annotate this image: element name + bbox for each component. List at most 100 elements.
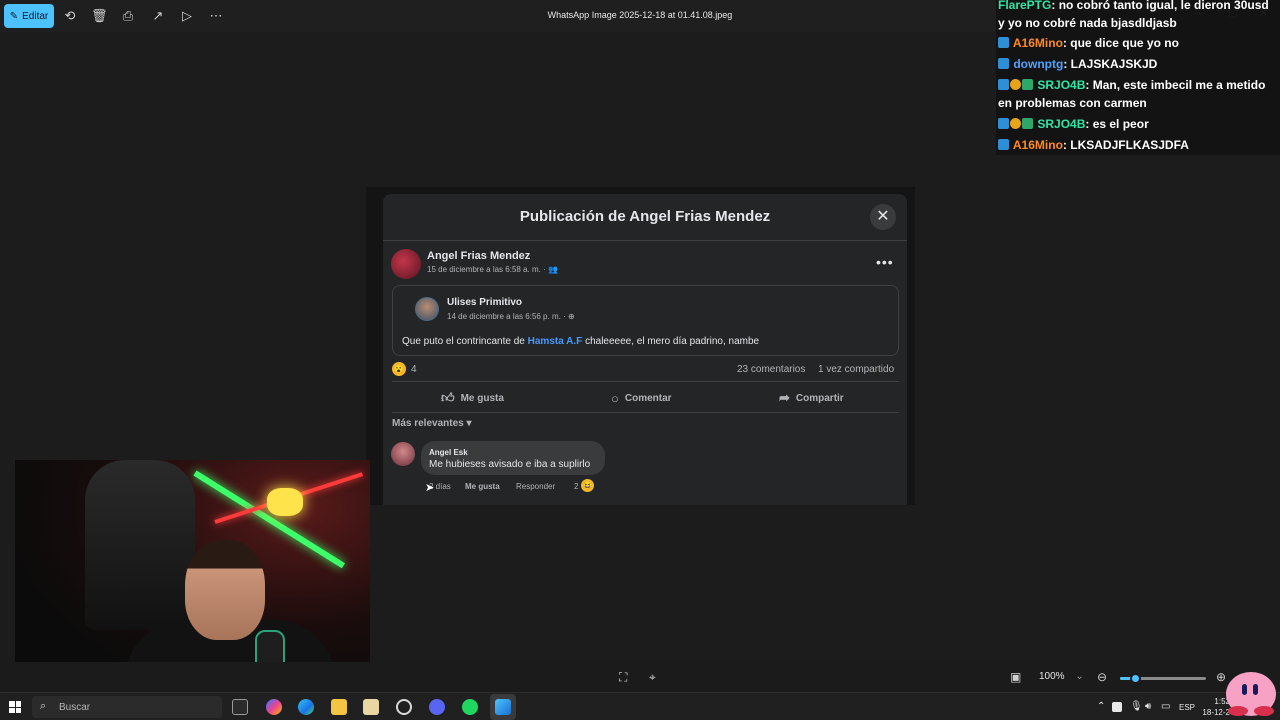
gaming-chair: [85, 460, 195, 630]
zoom-slider[interactable]: [1120, 673, 1206, 684]
comment-bubble: Angel Esk Me hubieses avisado e iba a su…: [421, 441, 605, 475]
edge-icon[interactable]: [298, 699, 314, 715]
file-title: WhatsApp Image 2025-12-18 at 01.41.08.jp…: [547, 10, 733, 20]
chat-text: : LKSADJFLKASJDFA: [1062, 138, 1189, 152]
kirby-foot: [1228, 706, 1248, 716]
shares-count[interactable]: 1 vez compartido: [818, 364, 894, 375]
zoom-in-icon[interactable]: ⊕: [1216, 670, 1226, 684]
more-options-icon[interactable]: ⋯: [208, 8, 224, 24]
kirby-sticker: [1226, 672, 1276, 716]
avatar[interactable]: [415, 297, 439, 321]
post-date-text: 15 de diciembre a las 6:58 a. m. ·: [427, 265, 546, 274]
visual-search-icon[interactable]: ⌖: [649, 670, 656, 685]
more-options-button[interactable]: •••: [876, 254, 894, 270]
divider: [383, 240, 907, 241]
network-icon[interactable]: ▭: [1161, 701, 1170, 712]
caret-down-icon: ▾: [466, 418, 472, 429]
chat-user: A16Mino: [1012, 36, 1063, 50]
close-modal-button[interactable]: ✕: [870, 204, 896, 230]
delete-icon[interactable]: 🗑: [91, 8, 108, 24]
divider: [392, 381, 899, 382]
modal-title: Publicación de Angel Frias Mendez: [519, 208, 771, 225]
photos-icon[interactable]: [495, 699, 511, 715]
spotify-icon[interactable]: [462, 699, 478, 715]
zoom-level[interactable]: 100% ⌄: [1039, 671, 1084, 682]
globe-icon: ⊕: [567, 312, 575, 321]
comment-icon: ○: [611, 390, 619, 406]
discord-icon[interactable]: [429, 699, 445, 715]
webcam-feed: [15, 460, 370, 696]
zoom-value: 100%: [1039, 671, 1065, 682]
comment-reaction-count[interactable]: 2: [574, 482, 578, 491]
edit-button[interactable]: ✎ Editar: [4, 4, 54, 28]
post-author[interactable]: Angel Frias Mendez: [427, 250, 530, 262]
bits-badge-icon: [1010, 79, 1021, 90]
obs-icon[interactable]: [396, 699, 412, 715]
rotate-icon[interactable]: ⟲: [62, 8, 78, 24]
share-icon[interactable]: ↗: [150, 8, 166, 24]
language-indicator[interactable]: ESP: [1179, 703, 1195, 712]
kirby-eye: [1242, 684, 1247, 695]
comment-like-button[interactable]: Me gusta: [465, 482, 500, 491]
kirby-foot: [1254, 706, 1274, 716]
sort-label: Más relevantes: [392, 418, 464, 429]
wow-reaction-icon[interactable]: 😮: [392, 362, 406, 376]
comments-count[interactable]: 23 comentarios: [737, 364, 805, 375]
chat-user: SRJO4B: [1037, 78, 1086, 92]
chat-message: A16Mino: que dice que yo no: [998, 34, 1278, 52]
zoom-out-icon[interactable]: ⊖: [1097, 670, 1107, 684]
mention-link[interactable]: Hamsta A.F: [528, 336, 583, 347]
chat-message: downptg: LAJSKAJSKJD: [998, 55, 1278, 73]
volume-icon[interactable]: 🔊︎: [1145, 701, 1151, 712]
chat-message: SRJO4B: es el peor: [998, 115, 1278, 133]
comment-author[interactable]: Angel Esk: [429, 448, 468, 457]
shared-text-before: Que puto el contrincante de: [402, 336, 528, 347]
avatar[interactable]: [391, 442, 415, 466]
mouse-cursor-icon: ➤: [425, 482, 435, 494]
shared-post[interactable]: Ulises Primitivo 14 de diciembre a las 6…: [392, 285, 899, 356]
divider: [392, 412, 899, 413]
shared-author[interactable]: Ulises Primitivo: [447, 297, 522, 308]
microsoft-store-icon[interactable]: [363, 699, 379, 715]
chat-user: FlarePTG: [998, 0, 1052, 12]
search-icon: ⌕: [40, 700, 47, 712]
comment-reply-button[interactable]: Responder: [516, 482, 555, 491]
prime-badge-icon: [998, 79, 1009, 90]
share-arrow-icon: ➦: [779, 390, 790, 405]
like-button[interactable]: 👍︎ Me gusta: [441, 390, 504, 406]
streamer-head: [185, 540, 265, 640]
microphone-icon[interactable]: 🎙︎: [1130, 701, 1143, 712]
crop-icon[interactable]: ⛶: [619, 670, 627, 685]
slideshow-icon[interactable]: ▷: [179, 8, 195, 24]
chat-message: A16Mino: LKSADJFLKASJDFA: [998, 136, 1278, 154]
share-button[interactable]: ➦ Compartir: [779, 390, 844, 406]
shared-date[interactable]: 14 de diciembre a las 6:56 p. m. · ⊕: [447, 312, 575, 321]
chat-message: FlarePTG: no cobró tanto igual, le diero…: [998, 0, 1278, 32]
chat-user: SRJO4B: [1037, 117, 1086, 131]
comment-button[interactable]: ○ Comentar: [611, 390, 672, 406]
haha-reaction-icon[interactable]: 😆: [581, 479, 594, 492]
print-icon[interactable]: ⎙: [120, 8, 136, 24]
comment-label: Comentar: [624, 392, 672, 404]
prime-badge-icon: [998, 139, 1009, 150]
chat-user: downptg: [1013, 57, 1064, 71]
thumbs-up-icon: 👍︎: [441, 390, 455, 405]
avatar[interactable]: [391, 249, 421, 279]
file-explorer-icon[interactable]: [331, 699, 347, 715]
zoom-slider-thumb[interactable]: [1129, 673, 1141, 684]
reaction-count[interactable]: 4: [411, 364, 417, 375]
prime-badge-icon: [998, 58, 1009, 69]
fit-to-window-icon[interactable]: ▣: [1010, 670, 1021, 684]
sort-dropdown[interactable]: Más relevantes ▾: [392, 418, 472, 429]
tray-app-icon[interactable]: [1112, 702, 1122, 712]
windows-start-icon[interactable]: [9, 701, 21, 713]
search-placeholder: Buscar: [59, 702, 91, 713]
taskbar-search[interactable]: ⌕ Buscar: [32, 696, 222, 718]
chat-user: A16Mino: [1012, 138, 1063, 152]
shared-text-after: chaleeeee, el mero día padrino, nambe: [582, 336, 760, 347]
chevron-up-icon[interactable]: ⌃: [1097, 701, 1105, 712]
neon-sign: [267, 488, 303, 516]
copilot-icon[interactable]: [266, 699, 282, 715]
post-date[interactable]: 15 de diciembre a las 6:58 a. m. · 👥: [427, 265, 558, 274]
task-view-icon[interactable]: [232, 699, 248, 715]
